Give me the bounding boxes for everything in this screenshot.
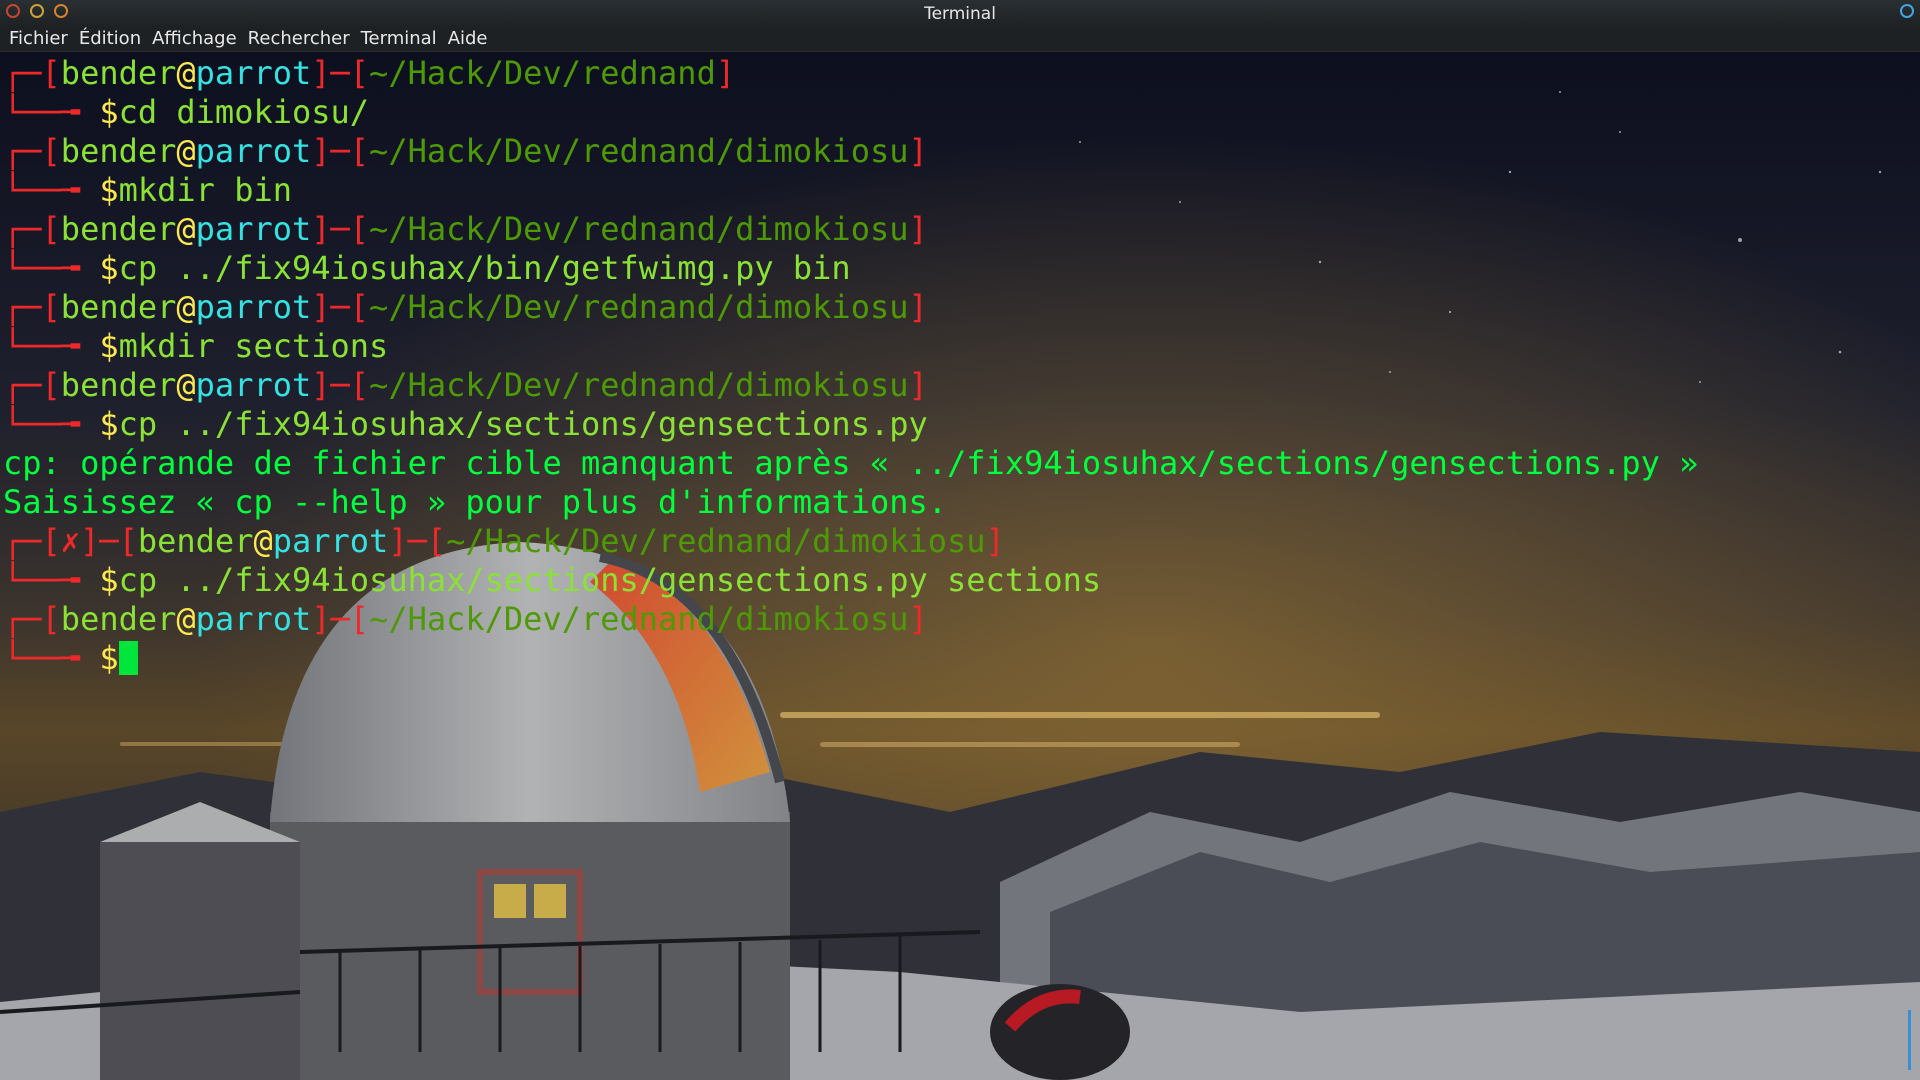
prompt-line-error: ┌─[✗]─[bender@parrot]─[~/Hack/Dev/rednan…	[3, 522, 1005, 560]
active-command-line[interactable]: └──╼ $	[0, 639, 1920, 678]
menu-terminal[interactable]: Terminal	[361, 28, 437, 49]
window-title: Terminal	[924, 4, 996, 24]
prompt-line: ┌─[bender@parrot]─[~/Hack/Dev/rednand/di…	[3, 288, 928, 326]
prompt-line: ┌─[bender@parrot]─[~/Hack/Dev/rednand/di…	[3, 600, 928, 638]
error-output-line: Saisissez « cp --help » pour plus d'info…	[3, 483, 948, 521]
menu-edition[interactable]: Édition	[79, 28, 141, 49]
prompt-line: ┌─[bender@parrot]─[~/Hack/Dev/rednand/di…	[3, 132, 928, 170]
menu-fichier[interactable]: Fichier	[9, 28, 68, 49]
command-line: └──╼ $cp ../fix94iosuhax/bin/getfwimg.py…	[3, 249, 851, 287]
prompt-line: ┌─[bender@parrot]─[~/Hack/Dev/rednand/di…	[3, 366, 928, 404]
prompt-line: ┌─[bender@parrot]─[~/Hack/Dev/rednand]	[3, 54, 736, 92]
error-output-line: cp: opérande de fichier cible manquant a…	[3, 444, 1699, 482]
window-menu-button[interactable]	[1900, 4, 1914, 18]
command-line: └──╼ $mkdir bin	[3, 171, 292, 209]
menu-rechercher[interactable]: Rechercher	[248, 28, 350, 49]
window-titlebar[interactable]: Terminal	[0, 0, 1920, 27]
menu-aide[interactable]: Aide	[448, 28, 488, 49]
command-line: └──╼ $cp ../fix94iosuhax/sections/gensec…	[3, 405, 928, 443]
menu-bar: Fichier Édition Affichage Rechercher Ter…	[0, 26, 1920, 52]
text-cursor	[118, 641, 138, 675]
command-line: └──╼ $cd dimokiosu/	[3, 93, 370, 131]
command-line: └──╼ $cp ../fix94iosuhax/sections/gensec…	[3, 561, 1102, 599]
error-x-icon: ✗	[60, 522, 81, 560]
terminal-output[interactable]: ┌─[bender@parrot]─[~/Hack/Dev/rednand] └…	[0, 52, 1920, 1080]
menu-affichage[interactable]: Affichage	[152, 28, 237, 49]
command-line: └──╼ $mkdir sections	[3, 327, 389, 365]
scrollbar-thumb[interactable]	[1908, 1010, 1911, 1070]
prompt-line: ┌─[bender@parrot]─[~/Hack/Dev/rednand/di…	[3, 210, 928, 248]
